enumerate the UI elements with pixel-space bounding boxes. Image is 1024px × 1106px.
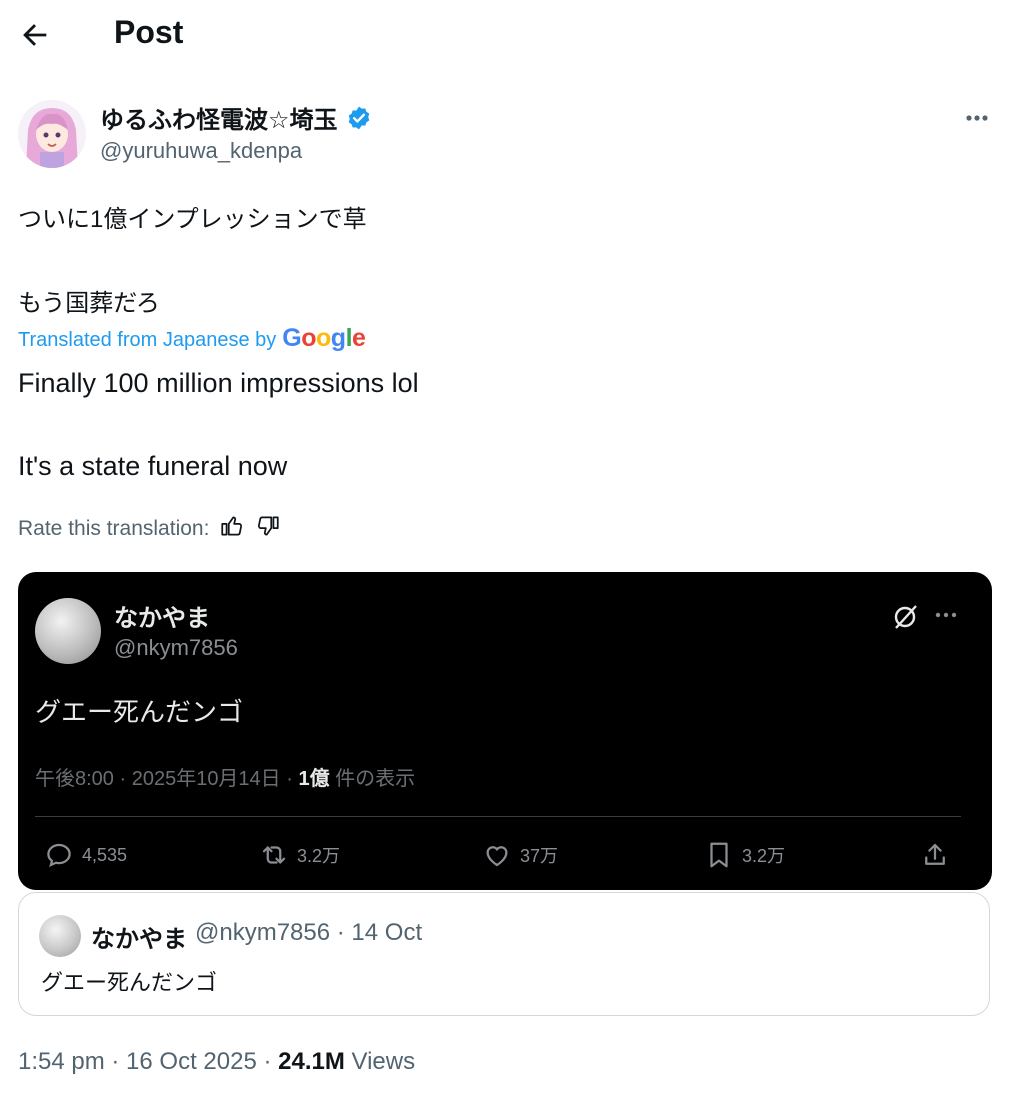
translation-attribution[interactable]: Translated from Japanese by Google [18,324,366,353]
embedded-post-meta: 午後8:00 · 2025年10月14日 · 1億 件の表示 [35,762,415,791]
embedded-author-name: なかやま [114,605,210,632]
page-title: Post [114,14,184,50]
embedded-meta-prefix: 午後8:00 · 2025年10月14日 · [35,768,299,790]
embedded-share-stat [920,840,950,870]
quote-avatar [39,915,81,957]
embedded-avatar [35,598,101,664]
reply-icon [47,843,71,868]
author-handle[interactable]: @yuruhuwa_kdenpa [100,138,302,164]
repost-icon [262,846,286,864]
embedded-more-icon [930,600,962,630]
quote-author-name: なかやま [91,926,187,953]
verified-badge-icon [346,105,372,131]
embedded-bookmark-stat: 3.2万 [704,840,785,870]
quoted-post[interactable]: なかやま @nkym7856 · 14 Oct グエー死んだンゴ [18,892,990,1016]
quote-text: グエー死んだンゴ [41,970,218,995]
post-timestamp-views: 1:54 pm · 16 Oct 2025 · 24.1M Views [18,1048,415,1076]
embedded-like-stat: 37万 [482,840,558,870]
embedded-divider [35,816,961,817]
embedded-meta-suffix: 件の表示 [329,768,416,790]
translation-line-1: Finally 100 million impressions lol [18,368,419,398]
thumbs-up-icon[interactable] [219,513,245,545]
grok-icon [890,602,920,632]
views-count: 24.1M [278,1048,345,1075]
embedded-post-image[interactable]: なかやま @nkym7856 グエー死んだンゴ 午後8:00 · 2025年10… [18,572,992,890]
embedded-post-text: グエー死んだンゴ [35,697,244,727]
quote-handle-date: @nkym7856 · 14 Oct [195,919,423,946]
rate-translation: Rate this translation: [18,513,281,545]
author-name-text: ゆるふわ怪電波☆埼玉 [100,107,338,134]
embedded-repost-stat: 3.2万 [259,840,340,870]
thumbs-down-icon[interactable] [255,513,281,545]
rate-label: Rate this translation: [18,517,210,540]
views-label: Views [344,1048,416,1075]
embedded-bookmark-count: 3.2万 [742,846,786,866]
embedded-like-count: 37万 [520,846,559,866]
author-avatar[interactable] [18,100,86,168]
embedded-author-handle: @nkym7856 [114,635,238,660]
translation-line-2: It's a state funeral now [18,451,288,481]
heart-icon [486,846,508,867]
translated-label: Translated from Japanese by [18,329,277,351]
back-arrow-icon[interactable] [18,18,52,52]
more-options-icon[interactable] [958,103,996,133]
post-time-date[interactable]: 1:54 pm · 16 Oct 2025 · [18,1048,278,1075]
embedded-reply-count: 4,535 [82,844,128,865]
embedded-meta-views: 1億 [298,768,330,790]
author-display-name[interactable]: ゆるふわ怪電波☆埼玉 [100,100,372,135]
embedded-repost-count: 3.2万 [297,846,341,866]
post-text-line-2: もう国葬だろ [18,290,160,317]
quote-header: なかやま @nkym7856 · 14 Oct [91,919,422,954]
post-text-line-1: ついに1億インプレッションで草 [18,206,367,233]
share-icon [925,843,945,865]
google-logo: Google [282,324,366,352]
bookmark-icon [710,842,728,868]
embedded-reply-stat: 4,535 [44,840,127,870]
